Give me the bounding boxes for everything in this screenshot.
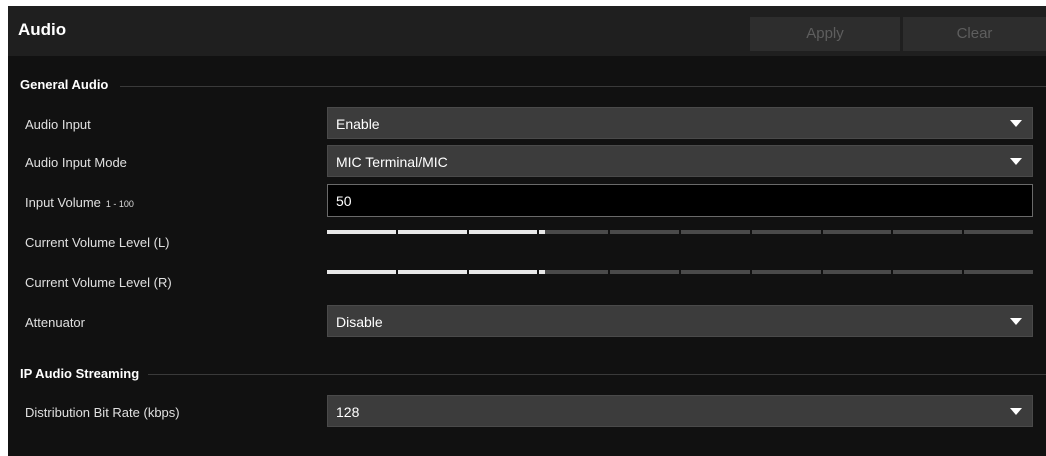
section-divider xyxy=(148,374,1046,375)
attenuator-select[interactable]: Disable xyxy=(327,305,1033,337)
meter-segment xyxy=(539,270,609,274)
volume-level-left-label: Current Volume Level (L) xyxy=(25,235,170,250)
audio-input-label: Audio Input xyxy=(25,117,91,132)
apply-button[interactable]: Apply xyxy=(750,17,900,51)
section-title-ip-audio-streaming: IP Audio Streaming xyxy=(20,366,140,381)
input-volume-field[interactable] xyxy=(327,184,1033,217)
meter-segment xyxy=(610,270,679,274)
section-title-general-audio: General Audio xyxy=(20,77,109,92)
bit-rate-select[interactable]: 128 xyxy=(327,395,1033,427)
section-divider xyxy=(120,86,1046,87)
meter-segment xyxy=(893,230,963,234)
bit-rate-label: Distribution Bit Rate (kbps) xyxy=(25,405,180,420)
clear-button[interactable]: Clear xyxy=(903,17,1046,51)
meter-segment xyxy=(822,270,892,274)
meter-segment xyxy=(610,230,679,234)
bit-rate-value: 128 xyxy=(336,404,360,420)
volume-level-right-label: Current Volume Level (R) xyxy=(25,275,172,290)
meter-peak-marker xyxy=(539,270,546,274)
header-bar: Audio Apply Clear xyxy=(8,6,1046,56)
meter-segment xyxy=(893,270,963,274)
meter-segment xyxy=(681,270,750,274)
meter-segment xyxy=(964,270,1033,274)
meter-segment xyxy=(539,230,609,234)
meter-segment xyxy=(964,230,1033,234)
audio-settings-panel: Audio Apply Clear General Audio Audio In… xyxy=(8,6,1046,456)
caret-down-icon xyxy=(1010,408,1022,415)
volume-level-left-meter xyxy=(327,230,1033,234)
meter-segment xyxy=(822,230,892,234)
meter-segment xyxy=(468,230,538,234)
caret-down-icon xyxy=(1010,158,1022,165)
input-volume-range: 1 - 100 xyxy=(105,199,134,209)
meter-segment xyxy=(468,270,538,274)
meter-segment xyxy=(397,270,467,274)
caret-down-icon xyxy=(1010,120,1022,127)
meter-peak-marker xyxy=(539,230,546,234)
audio-input-mode-select[interactable]: MIC Terminal/MIC xyxy=(327,145,1033,177)
audio-input-value: Enable xyxy=(336,116,380,132)
meter-segment xyxy=(751,270,821,274)
attenuator-label: Attenuator xyxy=(25,315,85,330)
meter-segment xyxy=(397,230,467,234)
caret-down-icon xyxy=(1010,318,1022,325)
meter-segment xyxy=(751,230,821,234)
audio-input-select[interactable]: Enable xyxy=(327,107,1033,139)
meter-segment xyxy=(327,270,396,274)
page-title: Audio xyxy=(18,20,67,39)
meter-segment xyxy=(327,230,396,234)
attenuator-value: Disable xyxy=(336,314,383,330)
volume-level-right-meter xyxy=(327,270,1033,274)
input-volume-label: Input Volume 1 - 100 xyxy=(25,195,134,210)
audio-input-mode-label: Audio Input Mode xyxy=(25,155,127,170)
audio-input-mode-value: MIC Terminal/MIC xyxy=(336,154,448,170)
input-volume-label-text: Input Volume xyxy=(25,195,101,210)
meter-segment xyxy=(681,230,750,234)
